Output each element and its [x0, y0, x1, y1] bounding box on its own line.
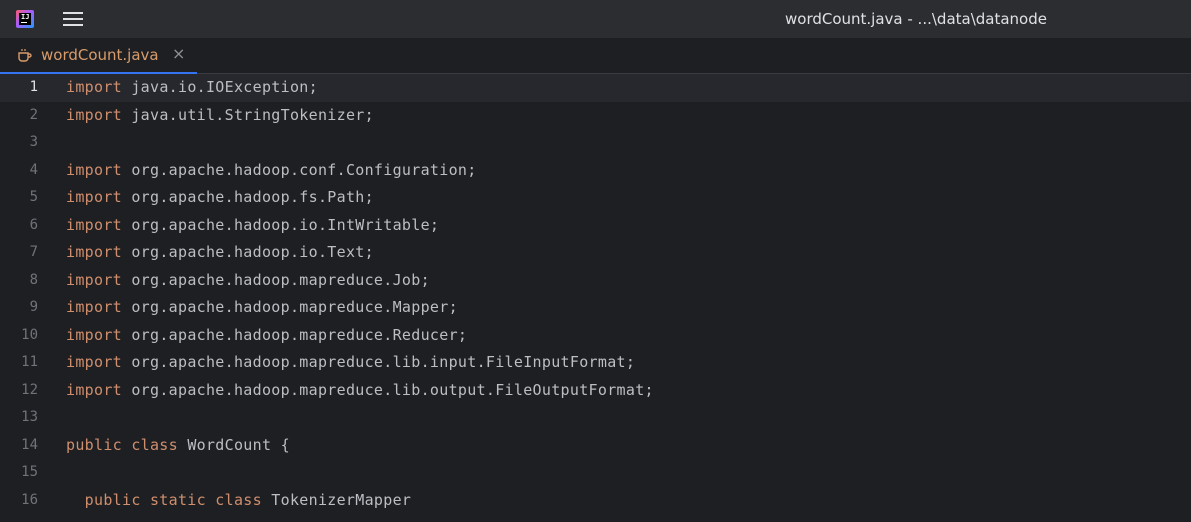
line-number: 9	[29, 299, 38, 315]
code-keyword: public class	[66, 435, 178, 454]
code-keyword: import	[66, 325, 122, 344]
title-bar: IJ wordCount.java - ...\data\datanode	[0, 0, 1191, 38]
line-number: 1	[29, 79, 38, 95]
code-line[interactable]: 4 import org.apache.hadoop.conf.Configura…	[0, 157, 1191, 185]
tab-label: wordCount.java	[41, 46, 159, 64]
code-text: import java.io.IOException;	[66, 74, 318, 102]
line-number: 8	[29, 271, 38, 288]
code-keyword: import	[66, 188, 122, 206]
line-number: 7	[29, 244, 38, 260]
editor-tab-bar: wordCount.java ×	[0, 38, 1191, 74]
code-rest: org.apache.hadoop.fs.Path;	[122, 188, 374, 206]
code-keyword: import	[66, 160, 122, 179]
code-line[interactable]: 16 public static class TokenizerMapper	[0, 487, 1191, 515]
code-text: import org.apache.hadoop.mapreduce.lib.o…	[66, 377, 654, 405]
code-line[interactable]: 11 import org.apache.hadoop.mapreduce.lib…	[0, 349, 1191, 377]
code-rest: org.apache.hadoop.mapreduce.Mapper;	[122, 298, 458, 316]
code-editor[interactable]: 1 import java.io.IOException; 2 import java…	[0, 74, 1191, 522]
code-text: import org.apache.hadoop.mapreduce.Mappe…	[66, 294, 458, 322]
code-line[interactable]: 6 import org.apache.hadoop.io.IntWritable…	[0, 212, 1191, 240]
code-line[interactable]: 9 import org.apache.hadoop.mapreduce.Mapp…	[0, 294, 1191, 322]
code-text: import org.apache.hadoop.io.Text;	[66, 239, 374, 267]
line-number: 3	[29, 134, 38, 150]
code-text: import org.apache.hadoop.mapreduce.Reduc…	[66, 322, 467, 350]
code-text: public class WordCount {	[66, 432, 290, 460]
tab-wordcount-java[interactable]: wordCount.java ×	[0, 38, 197, 74]
line-number: 2	[29, 106, 38, 123]
code-rest: java.io.IOException;	[122, 78, 318, 96]
line-number: 5	[29, 189, 38, 205]
window-title: wordCount.java - ...\data\datanode	[785, 10, 1047, 28]
code-rest: org.apache.hadoop.io.Text;	[122, 243, 374, 261]
code-line[interactable]: 12 import org.apache.hadoop.mapreduce.lib…	[0, 377, 1191, 405]
code-line[interactable]: 14 public class WordCount {	[0, 432, 1191, 460]
intellij-idea-icon[interactable]: IJ	[16, 10, 34, 28]
code-keyword: import	[66, 105, 122, 124]
code-keyword: import	[66, 298, 122, 316]
code-rest: org.apache.hadoop.conf.Configuration;	[122, 160, 477, 179]
code-text: import org.apache.hadoop.fs.Path;	[66, 184, 374, 212]
java-file-icon	[18, 49, 32, 62]
hamburger-menu-icon[interactable]	[63, 11, 83, 27]
code-keyword: import	[66, 78, 122, 96]
code-text: import org.apache.hadoop.mapreduce.lib.i…	[66, 349, 635, 377]
line-number: 16	[21, 491, 38, 508]
code-line[interactable]: 13	[0, 404, 1191, 432]
code-text: import java.util.StringTokenizer;	[66, 102, 374, 130]
line-number: 11	[21, 354, 38, 370]
line-number: 13	[21, 409, 38, 425]
code-keyword: public static class	[66, 490, 262, 509]
code-rest: org.apache.hadoop.mapreduce.Reducer;	[122, 325, 468, 344]
line-number: 6	[29, 216, 38, 233]
code-line[interactable]: 1 import java.io.IOException;	[0, 74, 1191, 102]
line-number: 10	[21, 326, 38, 343]
code-keyword: import	[66, 243, 122, 261]
code-text: import org.apache.hadoop.io.IntWritable;	[66, 212, 439, 240]
code-rest: WordCount {	[177, 435, 290, 454]
code-rest: org.apache.hadoop.mapreduce.Job;	[122, 270, 430, 289]
code-text: public static class TokenizerMapper	[66, 487, 411, 515]
code-keyword: import	[66, 353, 122, 371]
line-number: 15	[21, 464, 38, 480]
line-number: 4	[29, 161, 38, 178]
code-text: import org.apache.hadoop.mapreduce.Job;	[66, 267, 430, 295]
code-keyword: import	[66, 270, 122, 289]
code-rest: org.apache.hadoop.mapreduce.lib.input.Fi…	[122, 353, 636, 371]
code-keyword: import	[66, 215, 122, 234]
code-line[interactable]: 5 import org.apache.hadoop.fs.Path;	[0, 184, 1191, 212]
code-keyword: import	[66, 380, 122, 399]
code-line[interactable]: 7 import org.apache.hadoop.io.Text;	[0, 239, 1191, 267]
line-number: 12	[21, 381, 38, 398]
code-rest: TokenizerMapper	[261, 490, 412, 509]
code-rest: org.apache.hadoop.mapreduce.lib.output.F…	[122, 380, 654, 399]
code-line[interactable]: 10 import org.apache.hadoop.mapreduce.Red…	[0, 322, 1191, 350]
code-line[interactable]: 3	[0, 129, 1191, 157]
code-text: import org.apache.hadoop.conf.Configurat…	[66, 157, 477, 185]
line-number: 14	[21, 436, 38, 453]
code-line[interactable]: 15	[0, 459, 1191, 487]
code-rest: org.apache.hadoop.io.IntWritable;	[122, 215, 440, 234]
code-line[interactable]: 2 import java.util.StringTokenizer;	[0, 102, 1191, 130]
code-rest: java.util.StringTokenizer;	[122, 105, 374, 124]
close-icon[interactable]: ×	[172, 45, 185, 63]
code-line[interactable]: 8 import org.apache.hadoop.mapreduce.Job;	[0, 267, 1191, 295]
